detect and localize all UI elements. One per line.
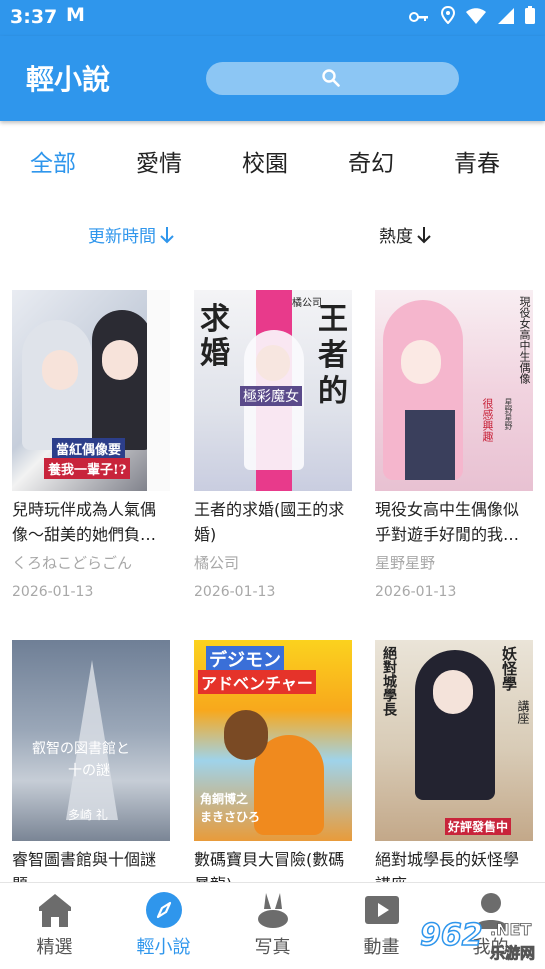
category-tabs: 全部 愛情 校園 奇幻 青春 <box>0 140 545 180</box>
nav-light-novel[interactable]: 輕小說 <box>109 883 218 969</box>
cover-text: 絕對城學長 <box>381 646 397 716</box>
cover-text: 星野星野 <box>504 398 513 430</box>
tab-youth[interactable]: 青春 <box>454 144 500 178</box>
nav-photos[interactable]: 写真 <box>218 883 327 969</box>
cover-text: 多崎 礼 <box>68 808 108 822</box>
book-cover[interactable]: デジモン アドベンチャー 角銅博之 まきさひろ <box>194 640 352 841</box>
play-icon <box>365 896 399 924</box>
book-card[interactable]: 叡智の図書館と 十の謎 多崎 礼 睿智圖書館與十個謎題 <box>12 640 170 897</box>
cover-text: 很感興趣 <box>481 398 494 442</box>
cover-text: 十の謎 <box>68 763 110 779</box>
bunny-icon <box>258 893 288 928</box>
battery-icon <box>525 6 535 24</box>
tab-campus[interactable]: 校園 <box>242 144 288 178</box>
book-card[interactable]: 當紅偶像要 養我一輩子!? 兒時玩伴成為人氣偶像～甜美的她們負… くろねこどらご… <box>12 290 170 600</box>
book-author: 星野星野 <box>375 554 436 572</box>
cover-text: デジモン <box>206 646 284 672</box>
sort-by-update[interactable]: 更新時間 <box>88 222 174 247</box>
cover-text: 叡智の図書館と <box>32 741 130 757</box>
key-icon <box>409 12 429 22</box>
watermark-site: 乐游网 <box>490 944 536 963</box>
site-watermark: 962 .NET 乐游网 <box>419 917 545 968</box>
sort-update-label: 更新時間 <box>88 227 156 247</box>
book-card[interactable]: 求 婚 王 者 的 極彩魔女 橘公司 王者的求婚(國王的求婚) 橘公司 2026… <box>194 290 352 600</box>
watermark-number: 962 <box>419 917 483 954</box>
cover-text: 極彩魔女 <box>240 386 302 406</box>
book-cover[interactable]: 求 婚 王 者 的 極彩魔女 橘公司 <box>194 290 352 491</box>
cover-text: 養我一輩子!? <box>44 458 131 479</box>
wifi-icon <box>466 8 487 24</box>
cover-text: 好評發售中 <box>445 818 512 835</box>
book-title[interactable]: 兒時玩伴成為人氣偶像～甜美的她們負… <box>12 497 170 547</box>
nav-featured[interactable]: 精選 <box>0 883 109 969</box>
book-date: 2026-01-13 <box>12 584 94 600</box>
cover-text: アドベンチャー <box>198 670 316 694</box>
book-card[interactable]: 絕對城學長 妖怪學 講座 好評發售中 絕對城學長的妖怪學講座 <box>375 640 533 897</box>
status-bar: 3:37 M <box>0 0 545 36</box>
tab-all[interactable]: 全部 <box>30 144 76 178</box>
arrow-down-icon <box>417 226 431 243</box>
book-date: 2026-01-13 <box>194 584 276 600</box>
cover-text: 角銅博之 <box>200 792 249 806</box>
book-author: 橘公司 <box>194 554 240 572</box>
location-icon <box>440 5 455 25</box>
book-author: くろねこどらごん <box>12 554 133 572</box>
app-title: 輕小說 <box>26 63 111 96</box>
nav-label: 精選 <box>36 937 73 958</box>
status-time: 3:37 <box>10 6 58 28</box>
signal-icon <box>497 8 514 24</box>
cover-text: 的 <box>318 374 348 409</box>
book-cover[interactable]: 絕對城學長 妖怪學 講座 好評發售中 <box>375 640 533 841</box>
sort-popularity-label: 熱度 <box>379 227 413 247</box>
cover-text: 妖怪學 <box>500 646 518 691</box>
book-title[interactable]: 王者的求婚(國王的求婚) <box>194 497 352 547</box>
book-date: 2026-01-13 <box>375 584 457 600</box>
search-icon <box>322 69 340 87</box>
cover-text: まきさひろ <box>200 810 261 824</box>
gmail-icon: M <box>66 4 85 26</box>
cover-text: 橘公司 <box>292 298 322 309</box>
search-bar[interactable] <box>206 62 459 95</box>
app-bar: 輕小說 <box>0 36 545 121</box>
compass-icon <box>146 892 182 928</box>
cover-text: 當紅偶像要 <box>52 438 126 459</box>
tab-fantasy[interactable]: 奇幻 <box>348 144 394 178</box>
book-cover[interactable]: 叡智の図書館と 十の謎 多崎 礼 <box>12 640 170 841</box>
watermark-suffix: .NET <box>490 920 532 940</box>
book-title[interactable]: 現役女高中生偶像似乎對遊手好閒的我… <box>375 497 533 547</box>
book-cover[interactable]: 當紅偶像要 養我一輩子!? <box>12 290 170 491</box>
tab-romance[interactable]: 愛情 <box>136 144 182 178</box>
cover-text: 婚 <box>200 336 230 371</box>
book-card[interactable]: デジモン アドベンチャー 角銅博之 まきさひろ 數碼寶貝大冒險(數碼暴龍) <box>194 640 352 897</box>
book-card[interactable]: 現役女高中生偶像 似乎對遊手好閒的我 很感興趣 星野星野 現役女高中生偶像似乎對… <box>375 290 533 600</box>
nav-label: 写真 <box>254 937 291 958</box>
arrow-down-icon <box>160 226 174 243</box>
cover-text: 講座 <box>516 700 530 724</box>
nav-label: 輕小說 <box>136 937 191 958</box>
sort-by-popularity[interactable]: 熱度 <box>379 222 431 247</box>
book-cover[interactable]: 現役女高中生偶像 似乎對遊手好閒的我 很感興趣 星野星野 <box>375 290 533 491</box>
home-icon <box>39 894 71 927</box>
status-icons <box>409 5 535 29</box>
